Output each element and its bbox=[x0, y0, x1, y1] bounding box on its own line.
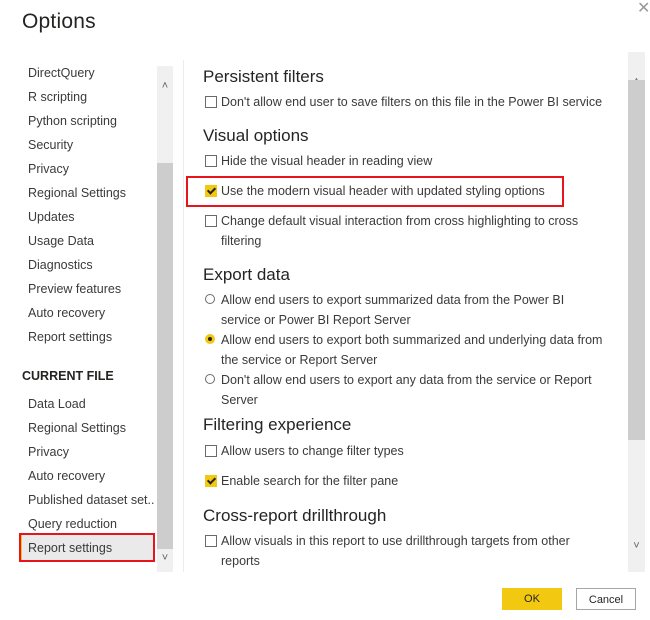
nav-item-file-privacy[interactable]: Privacy bbox=[20, 439, 154, 465]
nav-item-published-dataset-settings[interactable]: Published dataset set... bbox=[20, 487, 154, 513]
option-label: Use the modern visual header with update… bbox=[221, 184, 545, 198]
section-title-visual-options: Visual options bbox=[203, 126, 309, 145]
cancel-button[interactable]: Cancel bbox=[576, 588, 636, 610]
option-label: Allow users to change filter types bbox=[221, 444, 404, 458]
option-label: Don't allow end user to save filters on … bbox=[221, 95, 603, 109]
nav-item-r-scripting[interactable]: R scripting bbox=[20, 84, 154, 110]
option-export-summarized[interactable]: Allow end users to export summarized dat… bbox=[205, 290, 605, 330]
nav-item-security[interactable]: Security bbox=[20, 132, 154, 158]
option-label: Allow end users to export both summarize… bbox=[221, 333, 603, 367]
dialog-title: Options bbox=[22, 10, 96, 33]
checkbox[interactable] bbox=[205, 535, 217, 547]
nav-item-usage-data[interactable]: Usage Data bbox=[20, 228, 154, 254]
options-nav: DirectQuery R scripting Python scripting… bbox=[0, 60, 157, 572]
option-cross-report-drillthrough[interactable]: Allow visuals in this report to use dril… bbox=[205, 531, 585, 571]
content-scrollbar[interactable]: ˄ ˅ bbox=[628, 52, 645, 572]
nav-scrollbar-thumb[interactable] bbox=[157, 163, 173, 549]
option-modern-visual-header[interactable]: Use the modern visual header with update… bbox=[205, 181, 605, 201]
section-title-filtering-experience: Filtering experience bbox=[203, 415, 352, 434]
settings-content: Persistent filters Don't allow end user … bbox=[185, 60, 627, 572]
radio[interactable] bbox=[205, 294, 215, 304]
option-label: Allow visuals in this report to use dril… bbox=[221, 534, 570, 568]
radio-selected[interactable] bbox=[205, 334, 215, 344]
option-persistent-filters[interactable]: Don't allow end user to save filters on … bbox=[205, 92, 605, 112]
section-title-export-data: Export data bbox=[203, 265, 290, 284]
nav-item-auto-recovery[interactable]: Auto recovery bbox=[20, 300, 154, 326]
chevron-up-icon[interactable]: ˄ bbox=[157, 78, 173, 94]
checkbox[interactable] bbox=[205, 96, 217, 108]
nav-item-file-report-settings[interactable]: Report settings bbox=[20, 535, 154, 561]
section-title-persistent-filters: Persistent filters bbox=[203, 67, 324, 86]
chevron-down-icon[interactable]: ˅ bbox=[157, 550, 173, 566]
nav-item-data-load[interactable]: Data Load bbox=[20, 391, 154, 417]
option-export-none[interactable]: Don't allow end users to export any data… bbox=[205, 370, 605, 410]
option-label: Allow end users to export summarized dat… bbox=[221, 293, 565, 327]
section-title-cross-report-drillthrough: Cross-report drillthrough bbox=[203, 506, 387, 525]
option-cross-filtering[interactable]: Change default visual interaction from c… bbox=[205, 211, 585, 251]
checkbox-checked[interactable] bbox=[205, 185, 217, 197]
nav-item-regional-settings[interactable]: Regional Settings bbox=[20, 180, 154, 206]
option-label: Change default visual interaction from c… bbox=[221, 214, 579, 248]
ok-button[interactable]: OK bbox=[502, 588, 562, 610]
option-filter-pane-search[interactable]: Enable search for the filter pane bbox=[205, 471, 605, 491]
current-file-heading: CURRENT FILE bbox=[22, 369, 114, 383]
nav-item-directquery[interactable]: DirectQuery bbox=[20, 60, 154, 86]
nav-item-preview-features[interactable]: Preview features bbox=[20, 276, 154, 302]
radio[interactable] bbox=[205, 374, 215, 384]
nav-item-diagnostics[interactable]: Diagnostics bbox=[20, 252, 154, 278]
option-label: Don't allow end users to export any data… bbox=[221, 373, 592, 407]
checkbox-checked[interactable] bbox=[205, 475, 217, 487]
nav-item-python-scripting[interactable]: Python scripting bbox=[20, 108, 154, 134]
nav-item-updates[interactable]: Updates bbox=[20, 204, 154, 230]
option-export-underlying[interactable]: Allow end users to export both summarize… bbox=[205, 330, 605, 370]
pane-divider bbox=[183, 60, 184, 572]
nav-item-file-regional-settings[interactable]: Regional Settings bbox=[20, 415, 154, 441]
checkbox[interactable] bbox=[205, 155, 217, 167]
checkbox[interactable] bbox=[205, 215, 217, 227]
chevron-down-icon[interactable]: ˅ bbox=[628, 538, 645, 554]
nav-item-file-auto-recovery[interactable]: Auto recovery bbox=[20, 463, 154, 489]
option-change-filter-types[interactable]: Allow users to change filter types bbox=[205, 441, 605, 461]
checkbox[interactable] bbox=[205, 445, 217, 457]
option-label: Hide the visual header in reading view bbox=[221, 154, 433, 168]
option-label: Enable search for the filter pane bbox=[221, 474, 399, 488]
nav-scrollbar[interactable]: ˄ ˅ bbox=[157, 66, 173, 572]
close-icon[interactable]: ✕ bbox=[637, 0, 650, 18]
content-scrollbar-thumb[interactable] bbox=[628, 80, 645, 440]
nav-item-query-reduction[interactable]: Query reduction bbox=[20, 511, 154, 537]
nav-item-report-settings[interactable]: Report settings bbox=[20, 324, 154, 350]
nav-item-privacy[interactable]: Privacy bbox=[20, 156, 154, 182]
option-hide-visual-header[interactable]: Hide the visual header in reading view bbox=[205, 151, 605, 171]
